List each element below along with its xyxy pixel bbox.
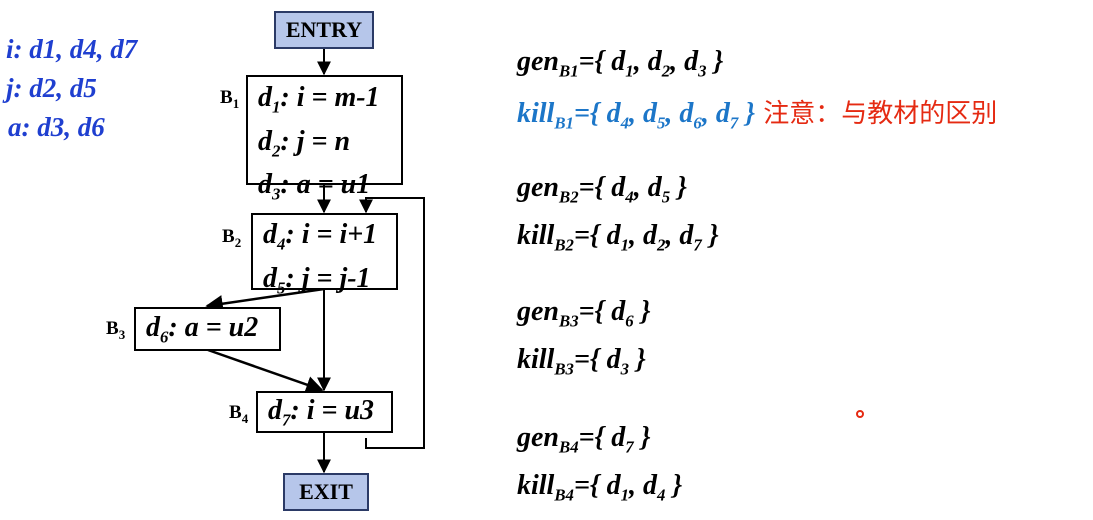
- definition-d7: d7: [679, 220, 702, 255]
- block-b3: d6: a = u2: [134, 307, 281, 351]
- stmt-d5: d5: j = j-1: [263, 262, 371, 298]
- equation-block-subscript: B3: [554, 359, 574, 379]
- definition-d2: d2: [647, 46, 671, 81]
- block-b4: d7: i = u3: [256, 391, 393, 433]
- definition-d5: d5: [647, 172, 671, 207]
- definition-d1: d1: [611, 46, 634, 81]
- equation-block-subscript: B4: [559, 437, 579, 457]
- equation-block-subscript: B3: [559, 311, 579, 331]
- gen-b1-equation: genB1={ d1, d2, d3 }: [517, 46, 724, 81]
- block-b2: d4: i = i+1 d5: j = j-1: [251, 213, 398, 297]
- stmt-d7: d7: i = u3: [268, 395, 375, 430]
- kill-b4-equation: killB4={ d1, d4 }: [517, 470, 683, 505]
- definition-d4: d4: [643, 470, 666, 505]
- equation-keyword: kill: [517, 98, 555, 129]
- definition-d7: d7: [715, 98, 739, 133]
- gen-b4-equation: genB4={ d7 }: [517, 422, 651, 457]
- definition-d6: d6: [679, 98, 702, 133]
- stmt-d2: d2: j = n: [258, 125, 351, 161]
- equation-block-subscript: B2: [559, 187, 579, 207]
- definition-d6: d6: [611, 296, 634, 331]
- equation-keyword: gen: [517, 172, 559, 203]
- definition-d4: d4: [611, 172, 634, 207]
- equation-keyword: gen: [517, 296, 559, 327]
- equation-block-subscript: B4: [554, 485, 574, 505]
- stmt-d4: d4: i = i+1: [263, 219, 378, 254]
- exit-node: EXIT: [283, 473, 369, 511]
- equation-keyword: kill: [517, 220, 555, 251]
- block-label-b1: B1: [220, 87, 240, 111]
- equation-keyword: kill: [517, 344, 555, 375]
- stmt-d3: d3: a = u1: [258, 169, 371, 204]
- gen-b2-equation: genB2={ d4, d5 }: [517, 172, 687, 207]
- stmt-d1: d1: i = m-1: [258, 82, 380, 117]
- equation-keyword: gen: [517, 46, 559, 77]
- equation-block-subscript: B1: [559, 61, 579, 81]
- equation-block-subscript: B1: [554, 113, 574, 133]
- block-label-b3: B3: [106, 318, 126, 342]
- definition-d1: d1: [606, 220, 630, 255]
- stmt-d6: d6: a = u2: [146, 312, 259, 347]
- equation-block-subscript: B2: [554, 235, 574, 255]
- entry-node: ENTRY: [274, 11, 374, 49]
- block-label-b4: B4: [229, 402, 249, 426]
- definition-d3: d3: [606, 344, 630, 379]
- block-b1: d1: i = m-1 d2: j = n d3: a = u1: [246, 75, 403, 204]
- definition-d7: d7: [611, 422, 634, 457]
- definition-d1: d1: [606, 470, 630, 505]
- kill-b3-equation: killB3={ d3 }: [517, 344, 646, 379]
- gen-b3-equation: genB3={ d6 }: [517, 296, 651, 331]
- definition-d5: d5: [643, 98, 666, 133]
- block-label-b2: B2: [222, 226, 242, 250]
- definition-d4: d4: [606, 98, 630, 133]
- equation-keyword: gen: [517, 422, 559, 453]
- edge-b3-b4: [207, 348, 324, 394]
- note-text: 注意：与教材的区别: [754, 99, 998, 129]
- pointer-dot: [856, 410, 864, 418]
- definition-d2: d2: [643, 220, 666, 255]
- kill-b1-equation: killB1={ d4, d5, d6, d7 } 注意：与教材的区别: [517, 98, 998, 133]
- definition-d3: d3: [684, 46, 707, 81]
- kill-b2-equation: killB2={ d1, d2, d7 }: [517, 220, 719, 255]
- equation-keyword: kill: [517, 470, 555, 501]
